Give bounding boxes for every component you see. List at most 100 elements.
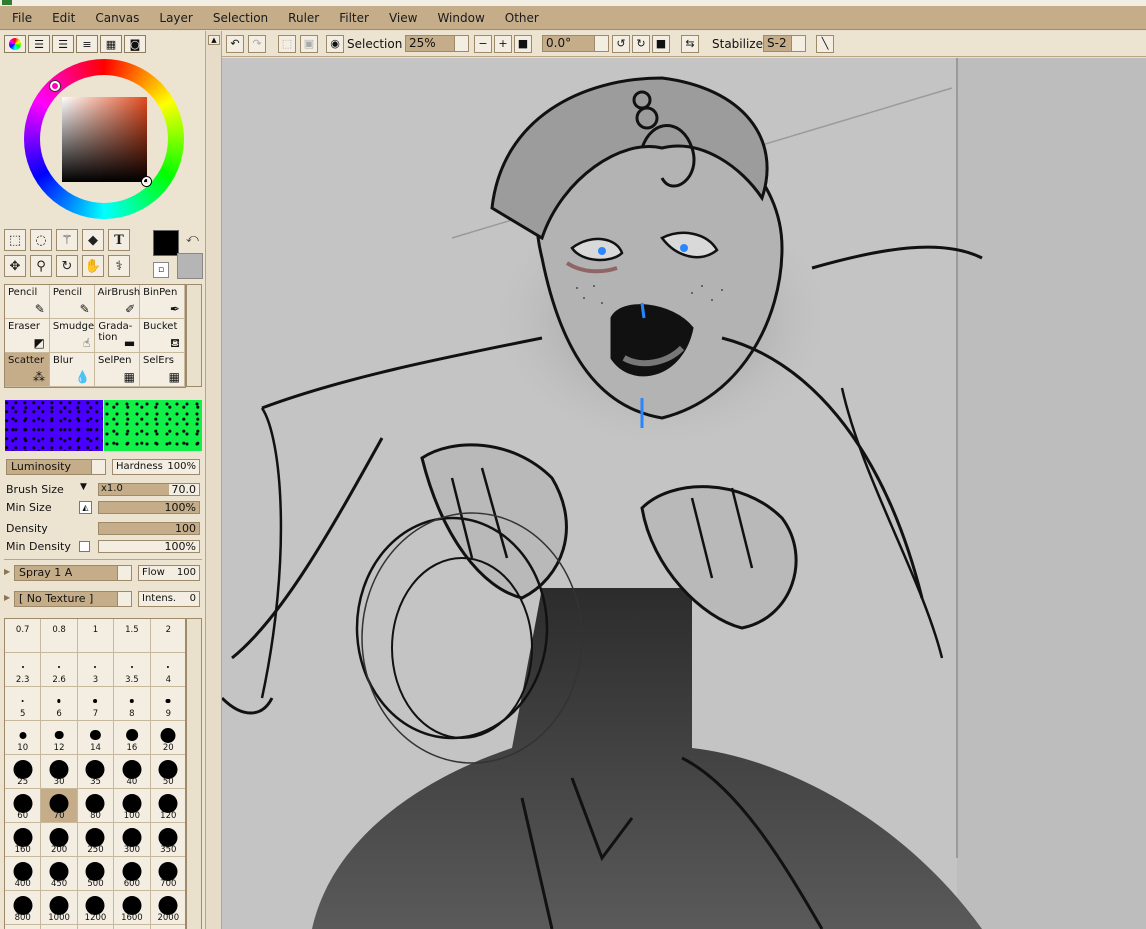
size-cell[interactable]: 10 xyxy=(5,721,42,755)
brush-size-slider[interactable]: x1.0 70.0 xyxy=(98,483,200,496)
size-cell[interactable]: 2.6 xyxy=(41,653,78,687)
size-cell[interactable] xyxy=(5,925,42,929)
undo-button[interactable]: ↶ xyxy=(226,35,244,53)
size-cell[interactable]: 1000 xyxy=(41,891,78,925)
size-cell[interactable]: 250 xyxy=(77,823,115,857)
zoom-out-button[interactable]: − xyxy=(474,35,492,53)
panel-scrollbar[interactable]: ▲ xyxy=(206,31,222,929)
brush-binpen[interactable]: BinPen ✒ xyxy=(140,285,185,319)
brush-shape-select[interactable]: Spray 1 A xyxy=(14,565,132,581)
size-cell[interactable]: 0.8 xyxy=(41,619,78,653)
min-density-slider[interactable]: 100% xyxy=(98,540,200,553)
size-cell[interactable]: 80 xyxy=(77,789,115,823)
size-cell[interactable]: 2 xyxy=(150,619,185,653)
invert-selection-button[interactable]: ▣ xyxy=(300,35,318,53)
density-slider[interactable]: 100 xyxy=(98,522,200,535)
menu-edit[interactable]: Edit xyxy=(52,11,75,25)
eyedropper-tool[interactable]: ⚕ xyxy=(108,255,130,277)
brush-gradation[interactable]: Grada- tion ▬ xyxy=(95,319,141,353)
size-cell[interactable]: 200 xyxy=(41,823,78,857)
straight-line-button[interactable]: ╲ xyxy=(816,35,834,53)
pressure-size-icon[interactable]: ◭ xyxy=(79,501,92,514)
expand-arrow-icon[interactable]: ▶ xyxy=(4,593,10,602)
lasso-tool[interactable]: ◌ xyxy=(30,229,52,251)
rotation-reset-button[interactable]: ■ xyxy=(652,35,670,53)
brush-selers[interactable]: SelErs ▦ xyxy=(140,353,185,387)
brush-scatter[interactable]: Scatter ⁂ xyxy=(5,353,50,387)
size-cell[interactable]: 14 xyxy=(77,721,115,755)
size-cell[interactable]: 120 xyxy=(150,789,185,823)
color-wheel-tab[interactable] xyxy=(4,35,26,53)
size-cell[interactable]: 350 xyxy=(150,823,185,857)
hand-tool[interactable]: ✋ xyxy=(82,255,104,277)
size-cell[interactable]: 700 xyxy=(150,857,185,891)
size-cell[interactable]: 160 xyxy=(5,823,42,857)
background-color[interactable] xyxy=(177,253,203,279)
brush-grid-scrollbar[interactable] xyxy=(186,284,202,387)
foreground-color[interactable] xyxy=(153,230,179,256)
brush-blur[interactable]: Blur 💧 xyxy=(50,353,95,387)
menu-canvas[interactable]: Canvas xyxy=(95,11,139,25)
size-cell[interactable]: 1200 xyxy=(77,891,115,925)
menu-file[interactable]: File xyxy=(12,11,32,25)
hue-marker[interactable] xyxy=(50,81,60,91)
rotate-right-button[interactable]: ↻ xyxy=(632,35,650,53)
size-cell[interactable]: 3 xyxy=(77,653,115,687)
brush-pencil[interactable]: Pencil ✎ xyxy=(49,285,95,319)
size-cell[interactable]: 500 xyxy=(77,857,115,891)
brush-eraser[interactable]: Eraser ◩ xyxy=(5,319,50,353)
size-cell[interactable] xyxy=(78,925,115,929)
size-cell[interactable] xyxy=(41,925,78,929)
saturation-value-square[interactable] xyxy=(62,97,147,182)
size-cell[interactable]: 400 xyxy=(5,857,42,891)
zoom-reset-button[interactable]: ■ xyxy=(514,35,532,53)
size-cell[interactable]: 7 xyxy=(77,687,115,721)
transparent-color-icon[interactable]: ▫ xyxy=(153,262,169,278)
show-selection-button[interactable]: ◉ xyxy=(326,35,344,53)
brush-bucket[interactable]: Bucket ⛾ xyxy=(140,319,185,353)
menu-view[interactable]: View xyxy=(389,11,417,25)
size-cell[interactable]: 4 xyxy=(150,653,185,687)
size-cell[interactable]: 0.7 xyxy=(5,619,42,653)
menu-selection[interactable]: Selection xyxy=(213,11,268,25)
menu-ruler[interactable]: Ruler xyxy=(288,11,319,25)
size-cell[interactable]: 3.5 xyxy=(114,653,151,687)
hsv-slider-tab[interactable]: ☰ xyxy=(52,35,74,53)
size-cell[interactable] xyxy=(151,925,185,929)
move-tool[interactable]: ✥ xyxy=(4,255,26,277)
size-cell[interactable]: 6 xyxy=(41,687,78,721)
size-cell[interactable]: 300 xyxy=(114,823,151,857)
brush-selpen[interactable]: SelPen ▦ xyxy=(95,353,140,387)
menu-other[interactable]: Other xyxy=(505,11,539,25)
size-cell[interactable] xyxy=(114,925,151,929)
menu-filter[interactable]: Filter xyxy=(339,11,369,25)
swatches-tab[interactable]: ▦ xyxy=(100,35,122,53)
brush-airbrush[interactable]: AirBrush ✐ xyxy=(94,285,140,319)
text-tool[interactable]: T xyxy=(108,229,130,251)
size-cell[interactable]: 60 xyxy=(5,789,42,823)
size-cell[interactable]: 5 xyxy=(5,687,42,721)
brush-pencil[interactable]: Pencil ✎ xyxy=(5,285,50,319)
redo-button[interactable]: ↷ xyxy=(248,35,266,53)
hardness-field[interactable]: Hardness 100% xyxy=(112,459,200,475)
rotate-tool[interactable]: ↻ xyxy=(56,255,78,277)
deselect-button[interactable]: ⬚ xyxy=(278,35,296,53)
swap-colors-icon[interactable]: ⤺ xyxy=(186,231,199,246)
color-bar-tab[interactable]: ≡ xyxy=(76,35,98,53)
size-cell[interactable]: 40 xyxy=(114,755,151,789)
size-cell[interactable]: 70 xyxy=(41,789,78,823)
size-cell[interactable]: 800 xyxy=(5,891,42,925)
size-cell[interactable]: 9 xyxy=(150,687,185,721)
size-cell[interactable]: 1 xyxy=(77,619,115,653)
blend-mode-select[interactable]: Luminosity xyxy=(6,459,106,475)
min-size-slider[interactable]: 100% xyxy=(98,501,200,514)
rect-select-tool[interactable]: ⬚ xyxy=(4,229,26,251)
size-grid-scrollbar[interactable] xyxy=(186,618,202,929)
size-cell[interactable]: 600 xyxy=(114,857,151,891)
flip-horizontal-button[interactable]: ⇆ xyxy=(681,35,699,53)
size-cell[interactable]: 35 xyxy=(77,755,115,789)
menu-window[interactable]: Window xyxy=(437,11,484,25)
size-cell[interactable]: 2000 xyxy=(150,891,185,925)
stabilizer-select[interactable]: S-2 xyxy=(763,35,806,52)
size-cell[interactable]: 20 xyxy=(150,721,185,755)
